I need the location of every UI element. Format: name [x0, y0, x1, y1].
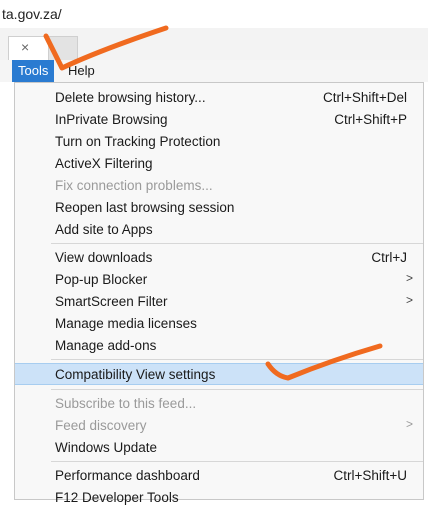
tools-dropdown: Delete browsing history... Ctrl+Shift+De…	[14, 82, 424, 505]
menu-item-label: Fix connection problems...	[55, 178, 213, 193]
menu-item-label: Windows Update	[55, 440, 158, 455]
menu-item-label: ActiveX Filtering	[55, 156, 153, 171]
menu-separator	[51, 243, 423, 244]
menu-item-label: Turn on Tracking Protection	[55, 134, 221, 149]
annotation-checkmark-icon	[43, 25, 169, 71]
menu-item-label: InPrivate Browsing	[55, 112, 168, 127]
menu-item-label: View downloads	[55, 250, 153, 265]
close-icon[interactable]: ×	[21, 39, 29, 55]
menu-item-feed-discovery: Feed discovery >	[15, 415, 423, 437]
menu-item-label: Reopen last browsing session	[55, 200, 235, 215]
menu-item-label: Pop-up Blocker	[55, 272, 148, 287]
menu-item-subscribe-feed: Subscribe to this feed...	[15, 393, 423, 415]
address-text: ta.gov.za/	[2, 6, 62, 22]
menu-item-label: SmartScreen Filter	[55, 294, 168, 309]
menu-item-popup-blocker[interactable]: Pop-up Blocker >	[15, 269, 423, 291]
menu-item-label: Subscribe to this feed...	[55, 396, 197, 411]
menu-item-fix-connection: Fix connection problems...	[15, 175, 423, 197]
menu-item-f12-devtools[interactable]: F12 Developer Tools	[15, 487, 423, 509]
menu-item-label: Add site to Apps	[55, 222, 153, 237]
menu-item-inprivate[interactable]: InPrivate Browsing Ctrl+Shift+P	[15, 109, 423, 131]
menu-item-add-to-apps[interactable]: Add site to Apps	[15, 219, 423, 241]
menu-item-label: Delete browsing history...	[55, 90, 206, 105]
annotation-checkmark-icon	[265, 343, 383, 381]
menu-separator	[51, 389, 423, 390]
menu-item-label: Feed discovery	[55, 418, 147, 433]
menu-item-tracking-protection[interactable]: Turn on Tracking Protection	[15, 131, 423, 153]
menu-item-smartscreen[interactable]: SmartScreen Filter >	[15, 291, 423, 313]
shortcut: Ctrl+Shift+P	[334, 112, 407, 127]
menu-item-label: Compatibility View settings	[55, 367, 216, 382]
menu-item-label: Manage media licenses	[55, 316, 197, 331]
menu-item-label: Performance dashboard	[55, 468, 200, 483]
chevron-right-icon: >	[405, 293, 413, 307]
menu-item-performance-dashboard[interactable]: Performance dashboard Ctrl+Shift+U	[15, 465, 423, 487]
menu-item-windows-update[interactable]: Windows Update	[15, 437, 423, 459]
menu-item-delete-history[interactable]: Delete browsing history... Ctrl+Shift+De…	[15, 87, 423, 109]
menu-separator	[51, 461, 423, 462]
menu-item-label: Manage add-ons	[55, 338, 157, 353]
chevron-right-icon: >	[405, 417, 413, 431]
menu-item-media-licenses[interactable]: Manage media licenses	[15, 313, 423, 335]
menu-item-activex-filtering[interactable]: ActiveX Filtering	[15, 153, 423, 175]
chevron-right-icon: >	[405, 271, 413, 285]
menu-item-view-downloads[interactable]: View downloads Ctrl+J	[15, 247, 423, 269]
shortcut: Ctrl+Shift+Del	[322, 90, 407, 105]
menu-item-reopen-session[interactable]: Reopen last browsing session	[15, 197, 423, 219]
shortcut: Ctrl+Shift+U	[333, 468, 407, 483]
shortcut: Ctrl+J	[371, 250, 407, 265]
